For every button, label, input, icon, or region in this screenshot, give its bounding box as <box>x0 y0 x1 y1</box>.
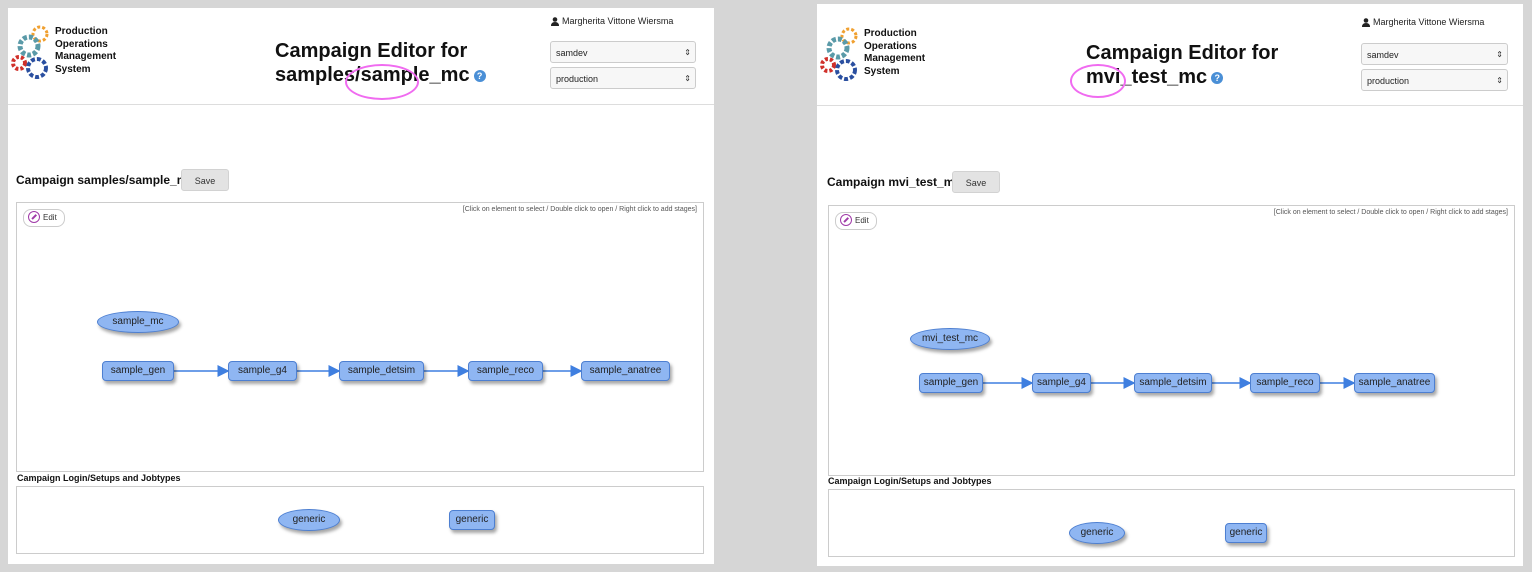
stage-node[interactable]: sample_anatree <box>581 361 670 381</box>
select-arrows-icon: ⇕ <box>1496 76 1503 85</box>
logo-line: Management <box>55 51 117 62</box>
experiment-select[interactable]: samdev ⇕ <box>1361 43 1508 65</box>
jobtype-node[interactable]: generic <box>449 510 495 530</box>
help-icon[interactable]: ? <box>1211 71 1224 84</box>
title-line1: Campaign Editor for <box>1086 42 1279 64</box>
select-arrows-icon: ⇕ <box>1496 50 1503 59</box>
logo-line: Management <box>864 53 926 64</box>
left-screenshot-panel: Production Operations Management System … <box>8 8 714 564</box>
experiment-select-value: samdev <box>1367 50 1399 60</box>
user-icon <box>551 17 559 27</box>
save-button[interactable]: Save <box>952 171 1000 193</box>
setups-label: Campaign Login/Setups and Jobtypes <box>17 473 181 483</box>
highlight-circle <box>345 64 419 100</box>
stage-node[interactable]: sample_gen <box>919 373 983 393</box>
highlight-circle <box>1070 64 1126 98</box>
role-select[interactable]: production ⇕ <box>1361 69 1508 91</box>
setups-label: Campaign Login/Setups and Jobtypes <box>828 476 992 486</box>
campaign-node[interactable]: mvi_test_mc <box>910 328 990 350</box>
campaign-node[interactable]: sample_mc <box>97 311 179 333</box>
campaign-editor-canvas[interactable]: [Click on element to select / Double cli… <box>828 205 1515 476</box>
user-menu[interactable]: Margherita Vittone Wiersma <box>551 16 674 27</box>
logo-line: Operations <box>864 40 917 52</box>
stage-node[interactable]: sample_gen <box>102 361 174 381</box>
stage-node[interactable]: sample_reco <box>1250 373 1320 393</box>
logo-line: Operations <box>55 38 108 50</box>
stage-node[interactable]: sample_g4 <box>1032 373 1091 393</box>
stage-node[interactable]: sample_detsim <box>1134 373 1212 393</box>
stage-node[interactable]: sample_detsim <box>339 361 424 381</box>
experiment-select-value: samdev <box>556 48 588 58</box>
right-screenshot-panel: Production Operations Management System … <box>817 4 1523 566</box>
logo-line: Production <box>55 26 108 37</box>
logo-text: Production Operations Management System <box>864 28 925 78</box>
role-select-value: production <box>556 74 599 84</box>
save-button[interactable]: Save <box>181 169 229 191</box>
stage-node[interactable]: sample_g4 <box>228 361 297 381</box>
user-name: Margherita Vittone Wiersma <box>562 16 674 26</box>
logo-line: Production <box>864 28 917 39</box>
experiment-select[interactable]: samdev ⇕ <box>550 41 696 63</box>
user-icon <box>1362 18 1370 28</box>
gears-icon <box>11 25 49 79</box>
poms-logo[interactable]: Production Operations Management System <box>819 24 929 86</box>
stage-node[interactable]: sample_anatree <box>1354 373 1435 393</box>
help-icon[interactable]: ? <box>473 69 486 82</box>
user-menu[interactable]: Margherita Vittone Wiersma <box>1362 17 1485 28</box>
role-select-value: production <box>1367 76 1410 86</box>
title-line1: Campaign Editor for <box>275 40 468 62</box>
header-divider <box>8 104 714 105</box>
jobtype-node[interactable]: generic <box>1225 523 1267 543</box>
gears-icon <box>820 27 858 81</box>
select-arrows-icon: ⇕ <box>684 74 691 83</box>
campaign-editor-canvas[interactable]: [Click on element to select / Double cli… <box>16 202 704 472</box>
login-setup-node[interactable]: generic <box>1069 522 1125 544</box>
logo-text: Production Operations Management System <box>55 26 116 76</box>
login-setup-node[interactable]: generic <box>278 509 340 531</box>
header-divider <box>817 105 1523 106</box>
campaign-label: Campaign samples/sample_mc <box>16 173 195 187</box>
poms-logo[interactable]: Production Operations Management System <box>10 22 120 84</box>
stage-edges <box>174 365 583 377</box>
stage-node[interactable]: sample_reco <box>468 361 543 381</box>
role-select[interactable]: production ⇕ <box>550 67 696 89</box>
logo-line: System <box>864 65 900 77</box>
login-setups-canvas[interactable]: generic generic <box>16 486 704 554</box>
select-arrows-icon: ⇕ <box>684 48 691 57</box>
logo-line: System <box>55 63 91 75</box>
user-name: Margherita Vittone Wiersma <box>1373 17 1485 27</box>
login-setups-canvas[interactable]: generic generic <box>828 489 1515 557</box>
campaign-label: Campaign mvi_test_mc <box>827 175 962 189</box>
